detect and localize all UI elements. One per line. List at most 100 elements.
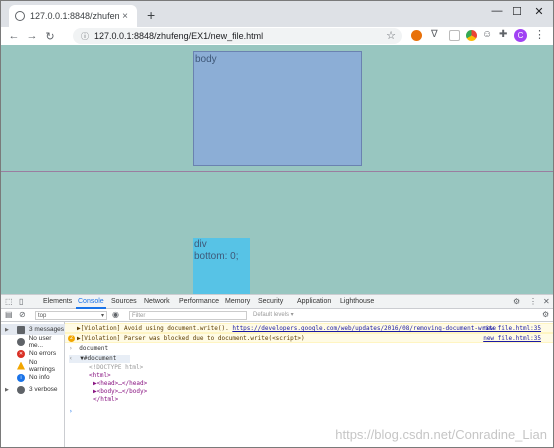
body-box: body [193, 51, 362, 166]
console-output: ▶[Violation] Avoid using document.write(… [65, 322, 553, 447]
extension-orange-icon[interactable] [411, 30, 422, 41]
console-settings-icon[interactable]: ⚙ [542, 310, 549, 319]
console-warning[interactable]: ▶[Violation] Avoid using document.write(… [65, 323, 553, 333]
maximize-button[interactable]: ☐ [507, 5, 527, 18]
filter-input[interactable]: Filter [129, 311, 247, 320]
back-icon[interactable]: ← [5, 30, 23, 42]
div-label: div [194, 239, 207, 250]
browser-tab[interactable]: 127.0.0.1:8848/zhufeng/EX1/... × [9, 5, 137, 27]
sidebar-item-errors[interactable]: ✕ No errors [1, 348, 65, 359]
browser-window: 127.0.0.1:8848/zhufeng/EX1/... × + — ☐ ✕… [0, 0, 554, 448]
reload-icon[interactable]: ↻ [41, 30, 59, 43]
chevron-right-icon: ▶ [5, 386, 9, 393]
user-icon [16, 337, 25, 346]
warning-text: ▶[Violation] Avoid using document.write(… [77, 325, 233, 332]
page-viewport: body div bottom: 0; [1, 45, 553, 294]
more-options-icon[interactable]: ⋮ [529, 297, 537, 306]
eye-icon[interactable]: ◉ [112, 310, 119, 319]
tab-console[interactable]: Console [76, 298, 106, 309]
body-label: body [195, 54, 217, 65]
new-tab-button[interactable]: + [147, 7, 155, 23]
devtools-panel: ⬚ ▯ Elements Console Sources Network Per… [1, 294, 553, 447]
input-chevron-icon: › [69, 345, 73, 352]
close-devtools-icon[interactable]: ✕ [543, 297, 550, 306]
context-select[interactable]: top ▾ [35, 311, 107, 320]
tab-sources[interactable]: Sources [111, 298, 137, 305]
div-box: div bottom: 0; [193, 238, 250, 294]
sidebar-item-warnings[interactable]: No warnings [1, 358, 65, 373]
sidebar-item-messages[interactable]: ▶ 3 messages [1, 324, 65, 335]
source-link[interactable]: new_file.html:35 [483, 334, 541, 343]
error-icon: ✕ [17, 349, 25, 358]
horizontal-rule [1, 171, 553, 172]
div-style-label: bottom: 0; [194, 251, 239, 262]
sidebar-label-messages: 3 messages [29, 326, 65, 333]
sidebar-toggle-icon[interactable]: ▤ [5, 310, 13, 319]
settings-gear-icon[interactable]: ⚙ [513, 297, 520, 306]
head-node[interactable]: ▶<head>…</head> [93, 380, 147, 388]
devtools-tab-bar: ⬚ ▯ Elements Console Sources Network Per… [1, 295, 553, 309]
tab-security[interactable]: Security [258, 298, 283, 305]
sidebar-label-warnings: No warnings [28, 358, 55, 373]
tab-application[interactable]: Application [297, 298, 331, 305]
repeat-count-badge: 2 [68, 335, 75, 342]
sidebar-label-info: No info [29, 374, 50, 381]
source-link[interactable]: new_file.html:35 [483, 324, 541, 333]
info-icon[interactable]: ⓘ [81, 31, 89, 42]
puzzle-icon[interactable]: ✚ [499, 29, 507, 40]
extension-blank-icon[interactable] [449, 30, 460, 41]
console-command: › document [69, 345, 108, 353]
console-sidebar: ▶ 3 messages No user me... ✕ No errors N… [1, 322, 65, 447]
tab-elements[interactable]: Elements [43, 298, 72, 305]
bug-icon [17, 385, 25, 394]
chevron-down-icon: ▾ [100, 313, 104, 319]
tab-close-icon[interactable]: × [119, 11, 131, 22]
sidebar-item-info[interactable]: i No info [1, 372, 65, 383]
warning-icon [16, 361, 25, 370]
tab-title: 127.0.0.1:8848/zhufeng/EX1/... [30, 11, 119, 21]
console-toolbar: ▤ ⊘ top ▾ ◉ Filter Default levels ▾ ⚙ [1, 309, 553, 322]
forward-icon[interactable]: → [23, 30, 41, 42]
body-node[interactable]: ▶<body>…</body> [93, 388, 147, 396]
console-result[interactable]: ‹ ▼#document [69, 355, 131, 363]
warning-text: ▶[Violation] Parser was blocked due to d… [77, 335, 305, 342]
sidebar-item-user[interactable]: No user me... [1, 334, 65, 349]
tab-network[interactable]: Network [144, 298, 170, 305]
menu-kebab-icon[interactable]: ⋮ [534, 28, 545, 41]
tab-strip: 127.0.0.1:8848/zhufeng/EX1/... × + — ☐ ✕ [1, 1, 553, 27]
result-text: ▼#document [80, 355, 117, 362]
address-bar[interactable]: ⓘ 127.0.0.1:8848/zhufeng/EX1/new_file.ht… [73, 28, 402, 44]
warning-link[interactable]: https://developers.google.com/web/update… [232, 325, 496, 332]
profile-avatar[interactable]: C [514, 29, 527, 42]
tab-performance[interactable]: Performance [179, 298, 219, 305]
chevron-right-icon: ▶ [5, 326, 9, 333]
sidebar-label-user: No user me... [28, 334, 52, 349]
extension-v-icon[interactable]: ∇ [431, 29, 438, 40]
list-icon [17, 325, 25, 334]
doctype-node: <!DOCTYPE html> [89, 364, 144, 371]
console-warning[interactable]: 2 ▶[Violation] Parser was blocked due to… [65, 333, 553, 343]
chrome-extension-icon[interactable] [466, 30, 477, 41]
device-toggle-icon[interactable]: ▯ [19, 297, 23, 306]
html-node[interactable]: <html> [89, 372, 111, 380]
clear-console-icon[interactable]: ⊘ [19, 310, 26, 319]
tab-memory[interactable]: Memory [225, 298, 250, 305]
watermark: https://blog.csdn.net/Conradine_Lian [335, 427, 547, 442]
bookmark-star-icon[interactable]: ☆ [386, 29, 396, 42]
url-text: 127.0.0.1:8848/zhufeng/EX1/new_file.html [94, 31, 264, 41]
info-circle-icon: i [17, 373, 25, 382]
output-chevron-icon: ‹ [69, 355, 73, 362]
tab-lighthouse[interactable]: Lighthouse [340, 298, 374, 305]
close-window-button[interactable]: ✕ [529, 5, 549, 18]
levels-dropdown[interactable]: Default levels ▾ [253, 311, 294, 320]
inspect-icon[interactable]: ⬚ [5, 297, 13, 306]
html-close-node: </html> [93, 396, 119, 403]
context-value: top [38, 313, 47, 319]
globe-icon [15, 11, 25, 21]
sidebar-label-errors: No errors [29, 350, 57, 357]
sidebar-item-verbose[interactable]: ▶ 3 verbose [1, 384, 65, 395]
extension-face-icon[interactable]: ☺ [482, 29, 492, 40]
minimize-button[interactable]: — [487, 5, 507, 17]
console-prompt[interactable]: › [69, 408, 73, 416]
sidebar-label-verbose: 3 verbose [29, 386, 58, 393]
